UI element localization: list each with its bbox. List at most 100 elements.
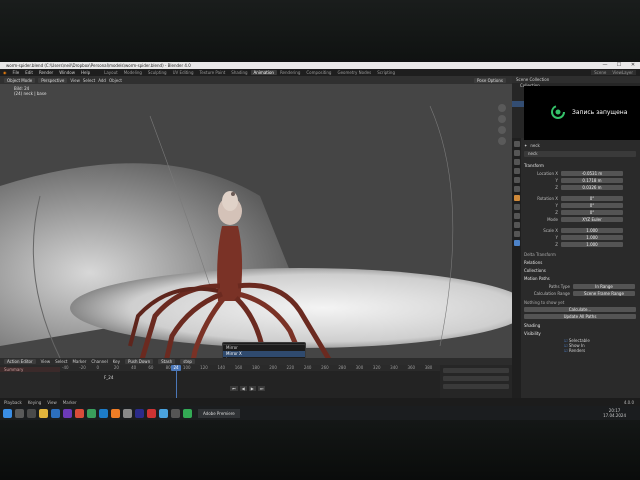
menu-key[interactable]: Key — [113, 359, 120, 364]
workspace-tab-compositing[interactable]: Compositing — [303, 70, 334, 75]
side-panel-row[interactable] — [443, 376, 509, 381]
menu-object[interactable]: Object — [109, 78, 122, 83]
workspace-tab-uv-editing[interactable]: UV Editing — [170, 70, 197, 75]
camera-icon[interactable] — [498, 126, 506, 134]
constraint-tab-icon[interactable] — [513, 222, 520, 228]
workspace-tab-scripting[interactable]: Scripting — [374, 70, 398, 75]
shading-section-header[interactable]: Shading — [524, 323, 636, 328]
delta-transform-header[interactable]: Delta Transform — [524, 252, 636, 257]
scene-tab-icon[interactable] — [513, 177, 520, 183]
workspace-tab-animation[interactable]: Animation — [250, 70, 277, 75]
collections-header[interactable]: Collections — [524, 268, 636, 273]
premiere-icon[interactable] — [135, 408, 144, 418]
world-tab-icon[interactable] — [513, 186, 520, 192]
bone-name-field[interactable]: neck — [524, 151, 636, 157]
blender-icon[interactable] — [111, 408, 120, 418]
workspace-tab-texture-paint[interactable]: Texture Paint — [196, 70, 228, 75]
calculate-button[interactable]: Calculate... — [524, 307, 636, 312]
workspace-tab-sculpting[interactable]: Sculpting — [145, 70, 170, 75]
workspace-tab-rendering[interactable]: Rendering — [277, 70, 303, 75]
menu-select[interactable]: Select — [55, 359, 67, 364]
workspace-tab-shading[interactable]: Shading — [228, 70, 250, 75]
rotation-x-field[interactable]: 0° — [561, 196, 623, 201]
pan-hand-icon[interactable] — [498, 115, 506, 123]
output-tab-icon[interactable] — [513, 159, 520, 165]
stash-button[interactable]: Stash — [158, 359, 176, 364]
scale-z-field[interactable]: 1.000 — [561, 242, 623, 247]
menu-window[interactable]: Window — [56, 70, 78, 75]
physics-tab-icon[interactable] — [513, 213, 520, 219]
location-y-field[interactable]: 0.1718 m — [561, 178, 623, 183]
data-tab-icon[interactable] — [513, 231, 520, 237]
menu-file[interactable]: File — [10, 70, 23, 75]
jump-end-icon[interactable]: ⏭ — [257, 386, 266, 391]
rotation-z-field[interactable]: 0° — [561, 210, 623, 215]
scene-selector[interactable]: Scene — [591, 70, 610, 75]
view-perspective[interactable]: Perspective — [38, 77, 68, 83]
search-icon[interactable] — [15, 408, 24, 418]
action-editor[interactable]: Action Editor View Select Marker Channel… — [0, 358, 512, 398]
motion-paths-header[interactable]: Motion Paths — [524, 276, 636, 281]
system-clock[interactable]: 20:17 17.04.2024 — [603, 408, 626, 418]
menu-channel[interactable]: Channel — [91, 359, 107, 364]
menu-edit[interactable]: Edit — [22, 70, 36, 75]
properties-editor[interactable]: ✦ neck neck Transform Location X -0.0531… — [512, 138, 640, 398]
menu-view[interactable]: View — [41, 359, 51, 364]
zoom-icon[interactable] — [498, 104, 506, 112]
app-icon[interactable] — [183, 408, 192, 418]
bone-tab-icon[interactable] — [513, 240, 520, 246]
mail-icon[interactable] — [51, 408, 60, 418]
mode-selector[interactable]: Object Mode — [4, 77, 36, 83]
view-layer-selector[interactable]: ViewLayer — [609, 70, 636, 75]
modifier-tab-icon[interactable] — [513, 204, 520, 210]
location-x-field[interactable]: -0.0531 m — [561, 171, 623, 176]
maximize-button[interactable]: ☐ — [612, 62, 626, 69]
playback-menu[interactable]: Playback — [4, 400, 22, 405]
side-panel-row[interactable] — [443, 368, 509, 373]
app-icon[interactable] — [159, 408, 168, 418]
transform-section-header[interactable]: Transform — [524, 163, 636, 168]
action-name-field[interactable]: step — [180, 359, 195, 364]
rotation-mode-select[interactable]: XYZ Euler — [561, 217, 623, 222]
render-tab-icon[interactable] — [513, 150, 520, 156]
task-view-icon[interactable] — [27, 408, 36, 418]
app-icon[interactable] — [171, 408, 180, 418]
menu-view[interactable]: View — [70, 78, 80, 83]
rotation-y-field[interactable]: 0° — [561, 203, 623, 208]
calculation-range-select[interactable]: Scene Frame Range — [573, 291, 635, 296]
checkbox-renders[interactable]: ☑ Renders — [524, 348, 636, 353]
tool-tab-icon[interactable] — [513, 141, 520, 147]
active-window-button[interactable]: Adobe Premiere — [198, 408, 240, 418]
update-all-paths-button[interactable]: Update All Paths — [524, 314, 636, 319]
chrome-icon[interactable] — [87, 408, 96, 418]
app-icon[interactable] — [147, 408, 156, 418]
menu-marker[interactable]: Marker — [72, 359, 86, 364]
menu-render[interactable]: Render — [36, 70, 56, 75]
grid-icon[interactable] — [498, 137, 506, 145]
jump-start-icon[interactable]: ⏮ — [230, 386, 238, 391]
menu-select[interactable]: Select — [83, 78, 95, 83]
pose-options-button[interactable]: Pose Options — [474, 77, 506, 83]
close-button[interactable]: ✕ — [626, 62, 640, 69]
scale-y-field[interactable]: 1.000 — [561, 235, 623, 240]
push-down-button[interactable]: Push Down — [125, 359, 154, 364]
workspace-tab-geometry-nodes[interactable]: Geometry Nodes — [334, 70, 374, 75]
app-icon[interactable] — [123, 408, 132, 418]
scale-x-field[interactable]: 1.000 — [561, 228, 623, 233]
workspace-tab-modeling[interactable]: Modeling — [121, 70, 145, 75]
visibility-section-header[interactable]: Visibility — [524, 331, 636, 336]
menu-help[interactable]: Help — [78, 70, 93, 75]
file-explorer-icon[interactable] — [39, 408, 48, 418]
workspace-tab-layout[interactable]: Layout — [101, 70, 121, 75]
side-panel-row[interactable] — [443, 384, 509, 389]
object-tab-icon[interactable] — [513, 195, 520, 201]
frame-ruler[interactable]: -40 -20 0 20 40 60 80 100 120 140 160 180 200 220 240 2… — [60, 365, 440, 371]
paths-type-select[interactable]: In Range — [573, 284, 635, 289]
summary-channel[interactable]: Summary — [0, 367, 60, 372]
checkbox-icon[interactable]: ☑ — [564, 348, 568, 353]
marker-menu[interactable]: Marker — [63, 400, 77, 405]
minimize-button[interactable]: — — [598, 62, 612, 69]
play-reverse-icon[interactable]: ◀ — [239, 386, 247, 391]
play-icon[interactable]: ▶ — [248, 386, 256, 391]
app-icon[interactable] — [63, 408, 72, 418]
